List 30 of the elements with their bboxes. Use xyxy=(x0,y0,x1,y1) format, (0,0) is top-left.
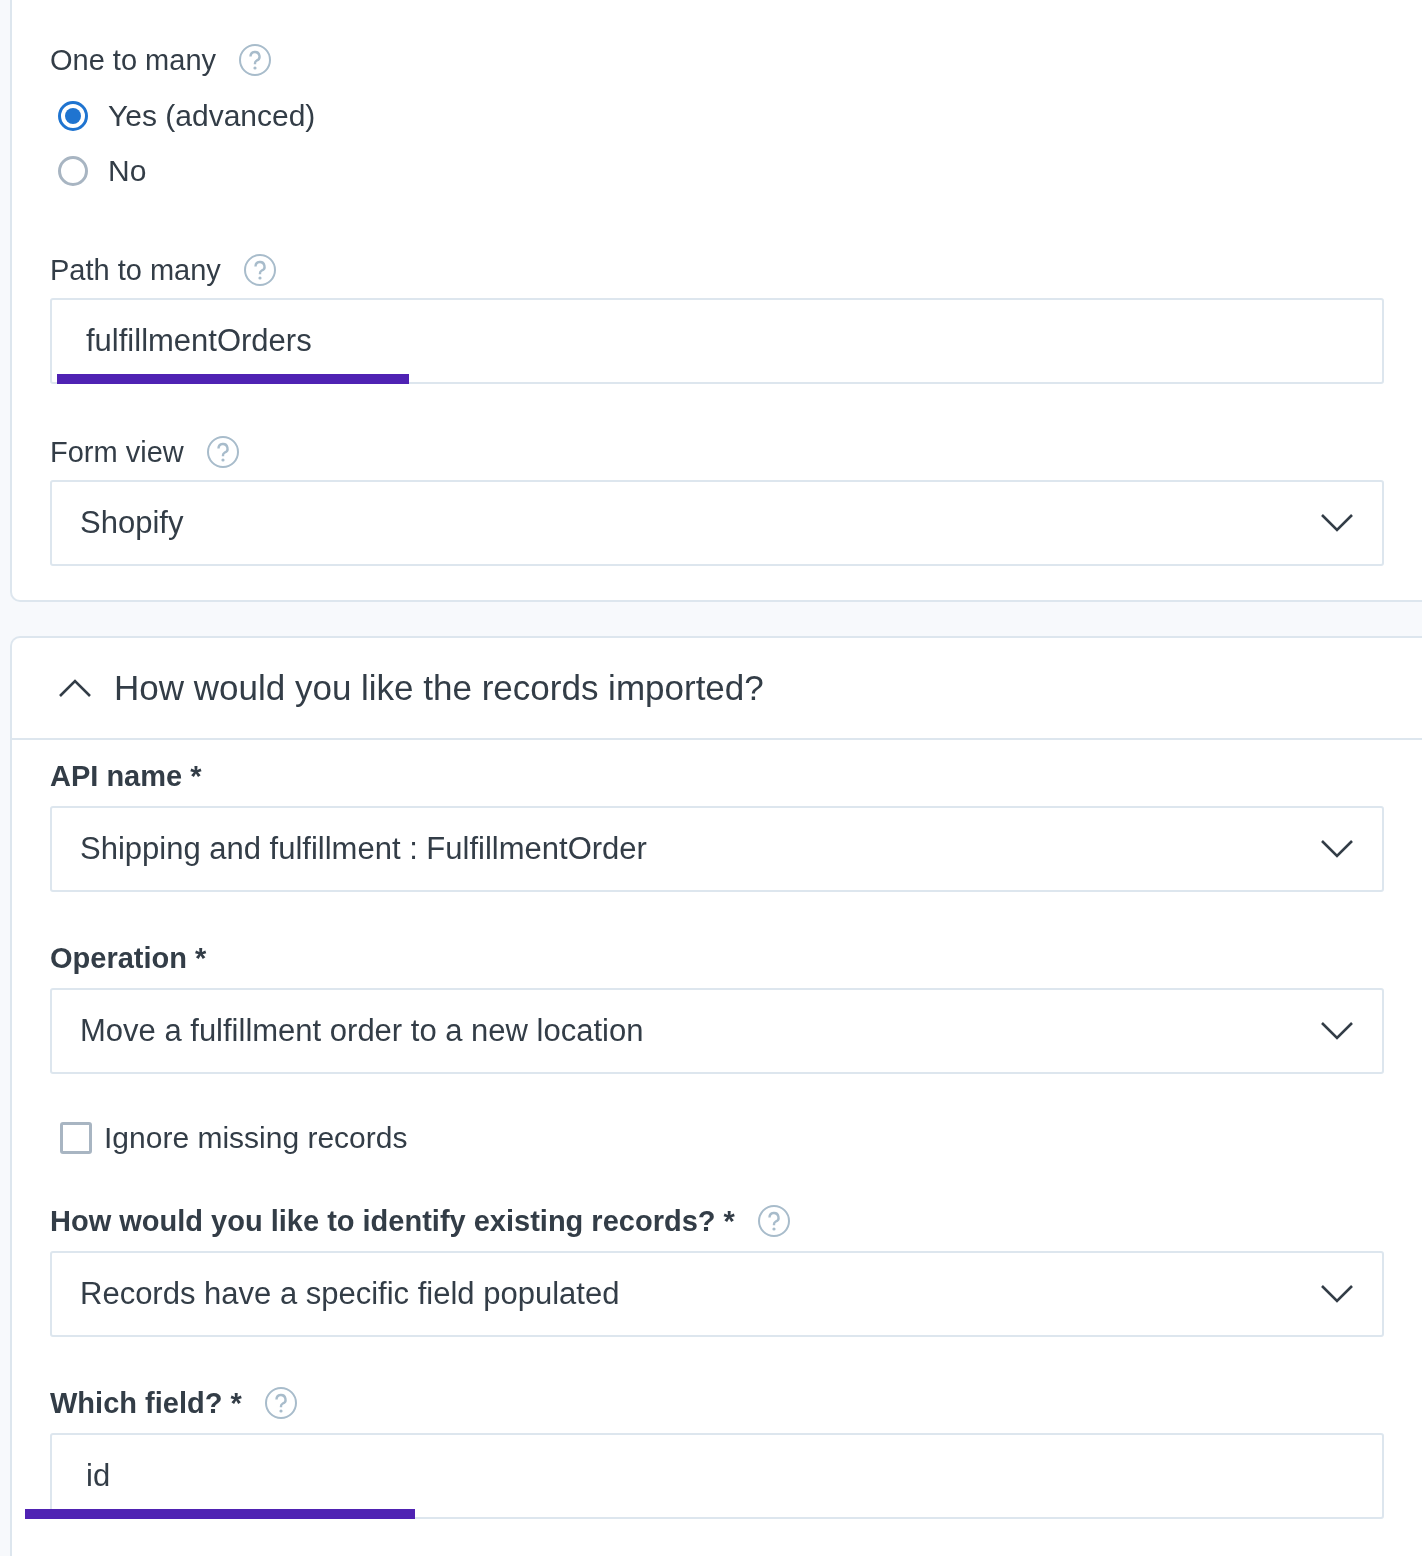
field-label: Path to many xyxy=(50,253,221,287)
radio-button[interactable] xyxy=(58,100,88,131)
field-label: One to many xyxy=(50,43,217,77)
checkbox[interactable] xyxy=(60,1122,92,1154)
chevron-up-icon xyxy=(58,678,92,698)
chevron-down-icon xyxy=(1320,513,1354,533)
chevron-down-icon xyxy=(1320,839,1354,859)
radio-label: No xyxy=(108,153,147,188)
field-label: API name * xyxy=(50,759,202,793)
help-icon[interactable] xyxy=(238,43,273,77)
select-field[interactable]: Shipping and fulfillment : FulfillmentOrder xyxy=(50,806,1384,892)
field-label: How would you like to identify existing records? * xyxy=(50,1204,735,1238)
radio-label: Yes (advanced) xyxy=(108,98,316,133)
text-field[interactable]: fulfillmentOrders xyxy=(50,298,1384,384)
help-icon[interactable] xyxy=(263,1386,298,1420)
help-icon[interactable] xyxy=(756,1204,791,1238)
select-field[interactable]: Move a fulfillment order to a new location xyxy=(50,988,1384,1074)
section-header[interactable]: How would you like the records imported? xyxy=(12,638,1422,740)
radio-button[interactable] xyxy=(58,155,88,186)
checkbox-label: Ignore missing records xyxy=(104,1121,408,1155)
field-label: Which field? * xyxy=(50,1386,242,1420)
text-field[interactable]: id xyxy=(50,1433,1384,1519)
chevron-down-icon xyxy=(1320,1284,1354,1304)
chevron-down-icon xyxy=(1320,1021,1354,1041)
select-field[interactable]: Records have a specific field populated xyxy=(50,1251,1384,1337)
help-icon[interactable] xyxy=(205,435,240,469)
field-label: Operation * xyxy=(50,941,207,975)
help-icon[interactable] xyxy=(242,253,277,287)
field-label: Form view xyxy=(50,435,184,469)
select-field[interactable]: Shopify xyxy=(50,480,1384,566)
